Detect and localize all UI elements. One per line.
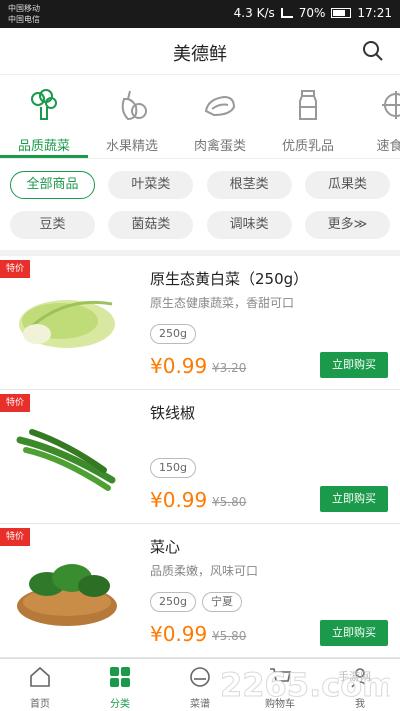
milk-bottle-icon [299, 90, 317, 120]
broccoli-icon [31, 89, 57, 120]
fruit-icon [121, 90, 147, 121]
category-fruits[interactable]: 水果精选 [88, 75, 176, 158]
carrier-2: 中国电信 [8, 15, 40, 24]
category-grid-icon [110, 667, 130, 687]
meat-icon [204, 95, 236, 117]
product-price: ¥0.99 [150, 354, 208, 378]
signal-icon [280, 8, 293, 18]
clock: 17:21 [357, 6, 392, 20]
battery-percent: 70% [298, 6, 326, 20]
tab-home[interactable]: 首页 [0, 659, 80, 711]
category-label: 水果精选 [105, 139, 158, 154]
filter-leafy[interactable]: 叶菜类 [108, 171, 194, 199]
category-dairy[interactable]: 优质乳品 [264, 75, 352, 158]
filter-mushroom[interactable]: 菌菇类 [108, 211, 194, 239]
battery-icon [331, 8, 352, 18]
filter-root[interactable]: 根茎类 [206, 171, 292, 199]
original-price: ¥3.20 [212, 361, 247, 375]
product-card[interactable]: 特价 铁线椒 150g ¥0.99 ¥5.80 立即购买 [0, 390, 400, 524]
filter-chips: 全部商品 叶菜类 根茎类 瓜果类 豆类 菌菇类 调味类 更多≫ [0, 158, 400, 250]
app-header: 美德鲜 [0, 28, 400, 74]
site-watermark: 2265.com 手游网 [220, 666, 390, 705]
origin-tag: 宁夏 [201, 592, 242, 612]
product-image [16, 429, 116, 491]
category-label: 肉禽蛋类 [193, 139, 246, 154]
product-image [19, 300, 115, 348]
tab-category[interactable]: 分类 [80, 659, 160, 711]
recipe-icon [190, 667, 210, 687]
product-price: ¥0.99 [150, 622, 208, 646]
product-description: 原生态健康蔬菜，香甜可口 [150, 296, 295, 310]
filter-seasoning[interactable]: 调味类 [206, 211, 292, 239]
buy-now-button[interactable]: 立即购买 [320, 352, 388, 378]
product-card[interactable]: 特价 原生态黄白菜（250g） 原生态健康蔬菜，香甜可口 250g ¥0.99 … [0, 256, 400, 390]
weight-tag: 150g [150, 458, 196, 478]
product-name: 铁线椒 [150, 404, 196, 422]
product-list: 特价 原生态黄白菜（250g） 原生态健康蔬菜，香甜可口 250g ¥0.99 … [0, 256, 400, 658]
product-name: 菜心 [150, 538, 181, 556]
buy-now-button[interactable]: 立即购买 [320, 620, 388, 646]
product-tags: 150g [150, 458, 196, 478]
page-title: 美德鲜 [173, 44, 227, 65]
weight-tag: 250g [150, 592, 196, 612]
category-label: 优质乳品 [281, 139, 334, 154]
category-vegetables[interactable]: 品质蔬菜 [0, 75, 88, 158]
filter-more[interactable]: 更多≫ [304, 211, 390, 239]
status-bar: 中国移动 中国电信 4.3 K/s 70% 17:21 [0, 0, 400, 28]
category-meat[interactable]: 肉禽蛋类 [176, 75, 264, 158]
filter-all[interactable]: 全部商品 [10, 171, 95, 199]
category-label: 品质蔬菜 [17, 139, 70, 154]
category-label: 速食冷 [376, 139, 400, 154]
filter-beans[interactable]: 豆类 [10, 211, 95, 239]
category-tabs: 品质蔬菜 水果精选 肉禽蛋类 优质乳品 速食冷 [0, 74, 400, 158]
product-image [17, 564, 117, 626]
frozen-food-icon [382, 91, 400, 119]
home-icon [30, 666, 50, 687]
product-price: ¥0.99 [150, 488, 208, 512]
filter-melon[interactable]: 瓜果类 [304, 171, 390, 199]
weight-tag: 250g [150, 324, 196, 344]
product-tags: 250g [150, 324, 196, 344]
tab-label: 首页 [30, 699, 50, 710]
product-tags: 250g 宁夏 [150, 592, 242, 612]
original-price: ¥5.80 [212, 495, 247, 509]
carrier-1: 中国移动 [8, 4, 40, 13]
original-price: ¥5.80 [212, 629, 247, 643]
tab-label: 分类 [110, 699, 130, 710]
carrier-info: 中国移动 中国电信 [8, 3, 40, 25]
category-frozen[interactable]: 速食冷 [352, 75, 400, 158]
watermark-sub: 手游网 [338, 669, 371, 683]
product-card[interactable]: 特价 菜心 品质柔嫩，风味可口 250g 宁夏 ¥0.99 ¥5.80 立即购买 [0, 524, 400, 658]
buy-now-button[interactable]: 立即购买 [320, 486, 388, 512]
search-icon[interactable] [362, 40, 384, 62]
product-name: 原生态黄白菜（250g） [150, 270, 309, 288]
network-speed: 4.3 K/s [233, 6, 275, 20]
product-description: 品质柔嫩，风味可口 [150, 564, 259, 578]
status-icons: 4.3 K/s 70% 17:21 [234, 6, 392, 20]
